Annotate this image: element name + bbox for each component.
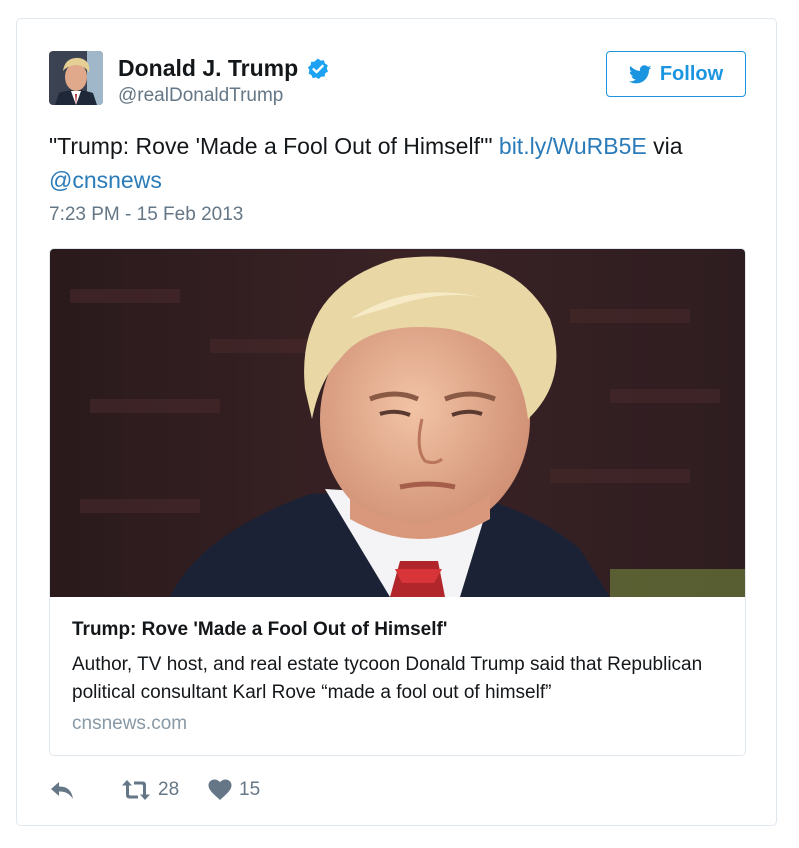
like-count: 15 (239, 779, 261, 800)
card-photo (50, 249, 745, 597)
tweet-card: Donald J. Trump @realDonaldTrump Follow … (16, 18, 777, 826)
avatar[interactable] (49, 51, 103, 105)
author-display-name[interactable]: Donald J. Trump (118, 55, 298, 82)
tweet-quote-text: "Trump: Rove 'Made a Fool Out of Himself… (49, 133, 499, 159)
author-handle[interactable]: @realDonaldTrump (118, 85, 283, 107)
twitter-bird-icon (628, 64, 652, 83)
tweet-link[interactable]: bit.ly/WuRB5E (499, 133, 647, 159)
card-domain: cnsnews.com (72, 713, 188, 734)
mention-link[interactable]: @cnsnews (49, 167, 162, 193)
verified-badge-icon (308, 58, 329, 79)
heart-icon (208, 779, 232, 800)
retweet-count: 28 (158, 779, 180, 800)
like-button[interactable]: 15 (208, 779, 260, 801)
tweet-text: "Trump: Rove 'Made a Fool Out of Himself… (49, 129, 749, 197)
link-preview-card[interactable]: Trump: Rove 'Made a Fool Out of Himself'… (49, 248, 746, 756)
reply-icon (51, 782, 73, 799)
reply-button[interactable] (49, 779, 75, 801)
retweet-icon (122, 780, 150, 800)
retweet-button[interactable]: 28 (121, 779, 179, 801)
card-description: Author, TV host, and real estate tycoon … (72, 654, 703, 703)
tweet-timestamp[interactable]: 7:23 PM - 15 Feb 2013 (49, 204, 243, 226)
author-name[interactable]: Donald J. Trump (118, 55, 330, 82)
tweet-via-text: via (646, 133, 683, 159)
follow-button[interactable]: Follow (606, 51, 746, 97)
follow-label: Follow (659, 62, 724, 85)
card-title[interactable]: Trump: Rove 'Made a Fool Out of Himself' (72, 619, 447, 641)
